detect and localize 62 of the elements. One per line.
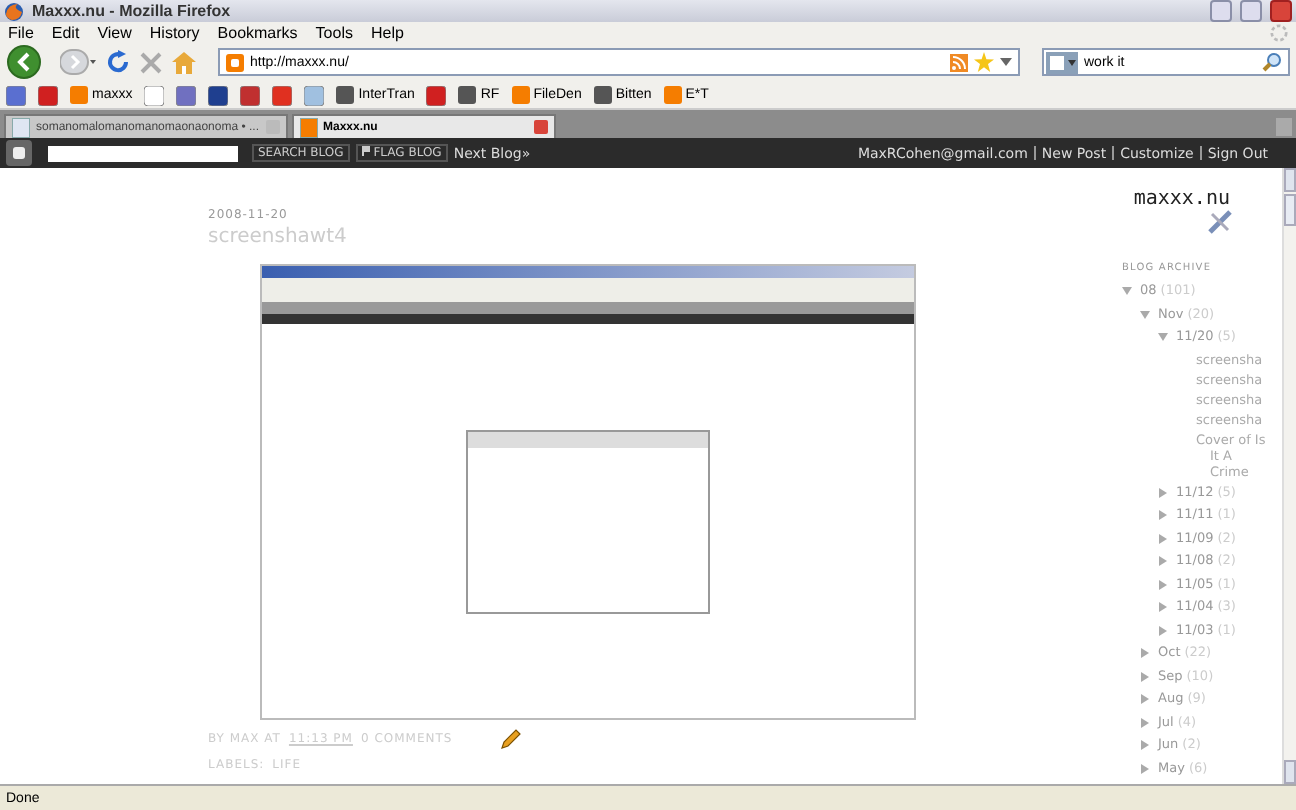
tools-icon[interactable]	[1208, 210, 1232, 234]
search-engine-icon[interactable]	[1046, 51, 1078, 73]
scroll-down-button[interactable]	[1283, 760, 1296, 784]
star-icon[interactable]	[974, 52, 994, 72]
tab-favicon-icon	[12, 117, 30, 137]
expanded-arrow-icon[interactable]	[1158, 332, 1168, 342]
bookmark-icon[interactable]	[240, 85, 261, 105]
stop-icon[interactable]	[140, 51, 162, 73]
bookmark-favicon-icon	[70, 86, 88, 104]
blogger-logo-icon[interactable]	[6, 140, 32, 166]
collapsed-arrow-icon[interactable]	[1158, 510, 1168, 520]
reload-icon[interactable]	[106, 50, 130, 74]
bookmark-icon[interactable]	[426, 85, 447, 105]
flag-icon	[361, 146, 370, 156]
menu-item[interactable]: History	[149, 23, 200, 41]
menu-item[interactable]: File	[8, 23, 34, 41]
menu-item[interactable]: View	[97, 23, 132, 41]
collapsed-arrow-icon[interactable]	[1158, 533, 1168, 543]
bookmark-favicon-icon	[663, 86, 682, 104]
collapsed-arrow-icon[interactable]	[1158, 625, 1168, 635]
collapsed-arrow-icon[interactable]	[1158, 487, 1168, 497]
bookmark-favicon-icon	[511, 86, 530, 104]
collapsed-arrow-icon[interactable]	[1140, 763, 1150, 773]
collapsed-arrow-icon[interactable]	[1140, 717, 1150, 727]
bookmark-icon[interactable]	[176, 85, 197, 105]
bookmark-icon[interactable]	[208, 85, 229, 105]
menu-item[interactable]: Edit	[51, 23, 80, 41]
collapsed-arrow-icon[interactable]	[1158, 602, 1168, 612]
bookmark-favicon-icon	[336, 86, 355, 104]
expanded-arrow-icon[interactable]	[1122, 286, 1132, 296]
close-button[interactable]	[1270, 0, 1292, 22]
firefox-logo-icon	[4, 1, 24, 21]
collapsed-arrow-icon[interactable]	[1158, 579, 1168, 589]
home-icon[interactable]	[172, 51, 196, 73]
menu-item[interactable]: Bookmarks	[217, 23, 298, 41]
collapsed-arrow-icon[interactable]	[1140, 740, 1150, 750]
bookmark-favicon-icon	[593, 86, 612, 104]
bookmark-favicon-icon	[458, 86, 477, 104]
expanded-arrow-icon[interactable]	[1140, 309, 1150, 319]
search-icon[interactable]	[1262, 52, 1282, 72]
rss-icon	[950, 53, 968, 71]
throbber-icon	[1270, 23, 1288, 41]
blog-search-field[interactable]	[48, 145, 238, 161]
blogger-favicon-icon	[226, 53, 244, 71]
tab-close-button[interactable]	[533, 120, 547, 134]
scrollbar-thumb[interactable]	[1283, 194, 1296, 226]
window-title: Maxxx.nu - Mozilla Firefox	[32, 2, 231, 20]
pencil-icon[interactable]	[500, 728, 523, 750]
collapsed-arrow-icon[interactable]	[1140, 694, 1150, 704]
minimize-button[interactable]	[1210, 0, 1232, 22]
maximize-button[interactable]	[1240, 0, 1262, 22]
dropdown-arrow-icon[interactable]	[1000, 58, 1012, 66]
scroll-up-button[interactable]	[1283, 168, 1296, 192]
forward-button[interactable]	[60, 48, 96, 76]
collapsed-arrow-icon[interactable]	[1140, 648, 1150, 658]
bookmark-icon[interactable]	[272, 85, 293, 105]
menu-item[interactable]: Tools	[315, 23, 353, 41]
blog-title: maxxx.nu	[1131, 188, 1230, 210]
collapsed-arrow-icon[interactable]	[1140, 671, 1150, 681]
menu-item[interactable]: Help	[370, 23, 404, 41]
tab-favicon-icon	[299, 117, 317, 137]
collapsed-arrow-icon[interactable]	[1158, 556, 1168, 566]
